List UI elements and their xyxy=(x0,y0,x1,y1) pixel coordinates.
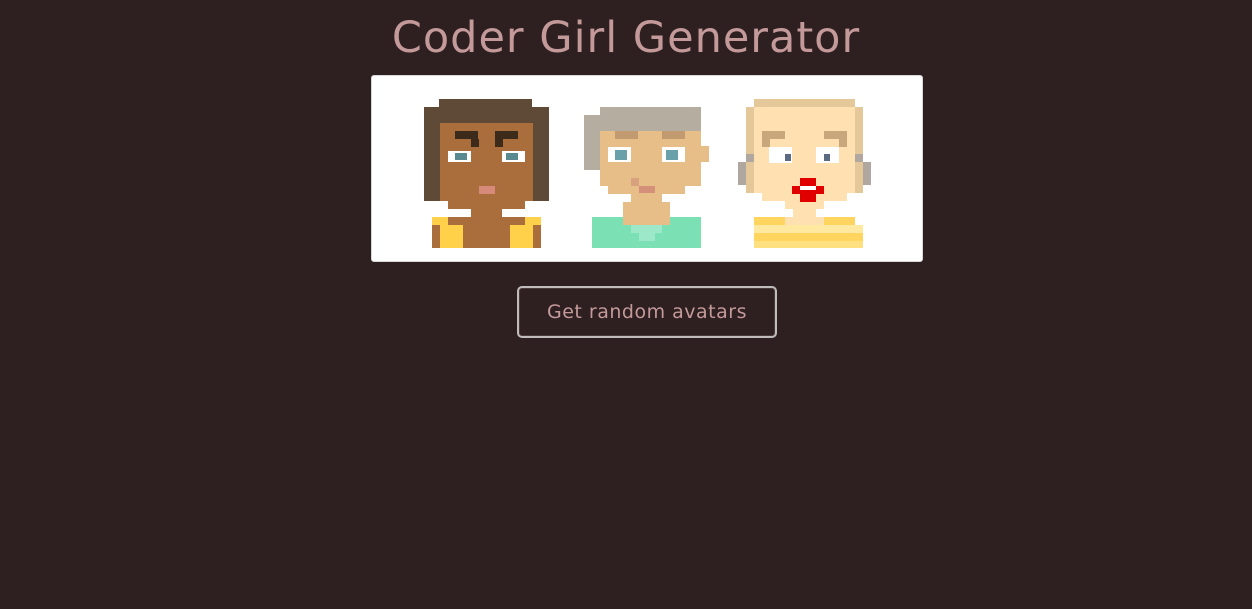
avatar-2 xyxy=(584,76,744,263)
page-title: Coder Girl Generator xyxy=(391,13,861,63)
get-random-avatars-button[interactable]: Get random avatars xyxy=(517,286,777,338)
avatar-1 xyxy=(424,76,584,263)
avatar-3 xyxy=(738,76,898,263)
avatar-3-image xyxy=(738,99,871,248)
avatar-2-image xyxy=(584,107,709,248)
avatar-1-image xyxy=(424,99,549,248)
avatar-panel xyxy=(371,75,923,262)
